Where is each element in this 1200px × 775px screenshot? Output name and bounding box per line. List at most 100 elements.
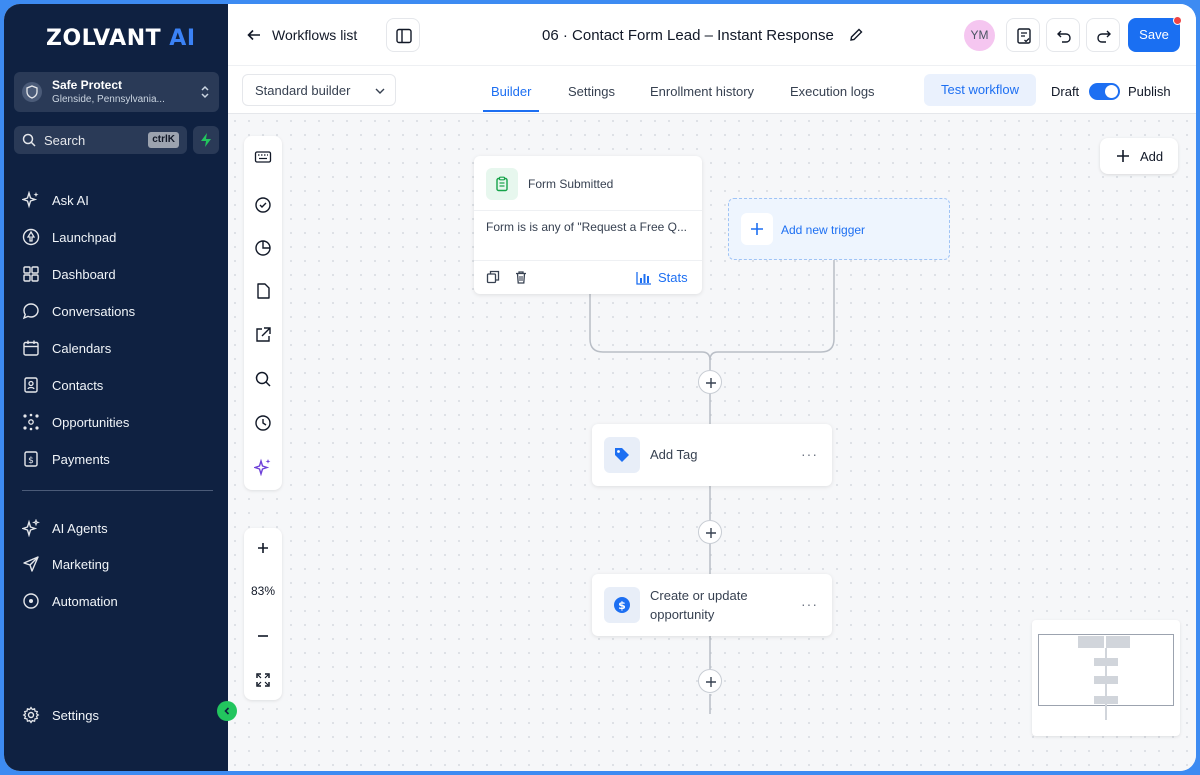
plus-icon bbox=[751, 223, 763, 235]
shield-icon bbox=[22, 82, 42, 102]
back-to-workflows-link[interactable]: Workflows list bbox=[272, 27, 357, 43]
pencil-icon[interactable] bbox=[848, 27, 864, 43]
insert-step-button[interactable] bbox=[698, 370, 722, 394]
save-button[interactable]: Save bbox=[1128, 18, 1180, 52]
check-circle-icon[interactable] bbox=[254, 196, 272, 214]
zoom-in-icon[interactable] bbox=[255, 540, 271, 556]
workflow-title: 06 · Contact Form Lead – Instant Respons… bbox=[542, 27, 834, 44]
send-icon bbox=[23, 556, 39, 572]
sidebar-item-launchpad[interactable]: Launchpad bbox=[22, 225, 116, 249]
test-workflow-button[interactable]: Test workflow bbox=[924, 74, 1036, 106]
external-link-icon[interactable] bbox=[254, 326, 272, 344]
ai-sparkle-icon[interactable] bbox=[254, 458, 272, 476]
zoom-controls: 83% bbox=[244, 528, 282, 700]
sidebar-item-automation[interactable]: Automation bbox=[22, 589, 118, 613]
location-switcher[interactable]: Safe Protect Glenside, Pennsylvania... bbox=[14, 72, 219, 112]
draft-label: Draft bbox=[1051, 84, 1080, 99]
action-card-opportunity[interactable]: $ Create or update opportunity ··· bbox=[592, 574, 832, 636]
action-icon-box bbox=[604, 437, 640, 473]
sidebar-item-dashboard[interactable]: Dashboard bbox=[22, 262, 116, 286]
pie-chart-icon[interactable] bbox=[254, 239, 272, 257]
shortcut-badge: ctrlK bbox=[148, 132, 179, 148]
tag-icon bbox=[615, 448, 629, 462]
grid-icon bbox=[23, 266, 39, 282]
copy-icon[interactable] bbox=[486, 270, 500, 284]
unsaved-indicator bbox=[1173, 16, 1182, 25]
sidebar-item-marketing[interactable]: Marketing bbox=[22, 552, 109, 576]
sparkle-outline-icon bbox=[22, 519, 40, 537]
trigger-title: Form Submitted bbox=[528, 177, 614, 191]
search-icon[interactable] bbox=[254, 370, 272, 388]
chevron-left-icon bbox=[224, 707, 230, 715]
sidebar-item-ask-ai[interactable]: Ask AI bbox=[22, 188, 89, 212]
network-icon bbox=[23, 413, 39, 431]
undo-button[interactable] bbox=[1046, 18, 1080, 52]
zoom-out-icon[interactable] bbox=[255, 628, 271, 644]
toggle-panel-button[interactable] bbox=[386, 18, 420, 52]
svg-text:$: $ bbox=[618, 599, 626, 612]
file-icon[interactable] bbox=[254, 282, 272, 300]
avatar[interactable]: YM bbox=[964, 20, 995, 51]
plus-icon bbox=[1117, 150, 1129, 162]
redo-icon bbox=[1097, 30, 1111, 43]
trash-icon[interactable] bbox=[514, 270, 528, 284]
sidebar-item-settings[interactable]: Settings bbox=[22, 703, 99, 727]
sidebar-item-ai-agents[interactable]: AI Agents bbox=[22, 516, 108, 540]
sidebar: ZOLVANT AI Safe Protect Glenside, Pennsy… bbox=[4, 4, 228, 771]
action-label: Create or update bbox=[650, 588, 748, 603]
collapse-sidebar-button[interactable] bbox=[217, 701, 237, 721]
more-options-icon[interactable]: ··· bbox=[801, 446, 818, 462]
active-tab-indicator bbox=[483, 110, 539, 112]
notes-button[interactable] bbox=[1006, 18, 1040, 52]
chat-icon bbox=[22, 303, 39, 320]
publish-toggle[interactable] bbox=[1089, 83, 1120, 100]
minimap[interactable] bbox=[1032, 620, 1180, 736]
stats-link[interactable]: Stats bbox=[658, 270, 688, 285]
sidebar-item-conversations[interactable]: Conversations bbox=[22, 299, 135, 323]
arrow-left-icon[interactable] bbox=[246, 27, 262, 43]
redo-button[interactable] bbox=[1086, 18, 1120, 52]
plus-icon bbox=[706, 677, 716, 687]
tab-settings[interactable]: Settings bbox=[568, 84, 615, 99]
fit-screen-icon[interactable] bbox=[255, 672, 271, 688]
add-node-button[interactable]: Add bbox=[1100, 138, 1178, 174]
location-name: Safe Protect bbox=[52, 78, 123, 92]
sidebar-item-contacts[interactable]: Contacts bbox=[22, 373, 103, 397]
builder-type-select[interactable]: Standard builder bbox=[242, 74, 396, 106]
sidebar-item-payments[interactable]: $ Payments bbox=[22, 447, 110, 471]
chevron-up-down-icon bbox=[201, 85, 209, 99]
add-trigger-card[interactable]: Add new trigger bbox=[728, 198, 950, 260]
chevron-down-icon bbox=[375, 88, 385, 94]
tab-enrollment-history[interactable]: Enrollment history bbox=[650, 84, 754, 99]
sidebar-divider bbox=[22, 490, 213, 491]
calendar-icon bbox=[23, 340, 39, 356]
dollar-circle-icon: $ bbox=[614, 597, 630, 613]
more-options-icon[interactable]: ··· bbox=[801, 596, 818, 612]
add-trigger-label: Add new trigger bbox=[781, 223, 866, 237]
action-icon-box: $ bbox=[604, 587, 640, 623]
history-icon[interactable] bbox=[254, 414, 272, 432]
document-check-icon bbox=[1017, 28, 1031, 44]
tab-execution-logs[interactable]: Execution logs bbox=[790, 84, 875, 99]
tab-builder[interactable]: Builder bbox=[491, 84, 531, 99]
bar-chart-icon[interactable] bbox=[636, 271, 652, 285]
sidebar-item-opportunities[interactable]: Opportunities bbox=[22, 410, 129, 434]
zoom-level: 83% bbox=[250, 584, 276, 598]
action-card-add-tag[interactable]: Add Tag ··· bbox=[592, 424, 832, 486]
sidebar-item-calendars[interactable]: Calendars bbox=[22, 336, 111, 360]
workflow-canvas[interactable]: 83% Add Form Submitted Form is is any of… bbox=[228, 114, 1196, 771]
keyboard-icon[interactable] bbox=[254, 148, 272, 166]
quick-actions-button[interactable] bbox=[193, 126, 219, 154]
target-icon bbox=[23, 593, 39, 609]
gear-icon bbox=[22, 706, 40, 724]
card-divider bbox=[474, 260, 702, 261]
search-label: Search bbox=[44, 133, 86, 148]
dollar-doc-icon: $ bbox=[24, 451, 38, 467]
brand-logo[interactable]: ZOLVANT AI bbox=[46, 26, 196, 51]
app-window: ZOLVANT AI Safe Protect Glenside, Pennsy… bbox=[4, 4, 1196, 771]
action-label: opportunity bbox=[650, 607, 715, 622]
insert-step-button[interactable] bbox=[698, 669, 722, 693]
trigger-card[interactable]: Form Submitted Form is is any of "Reques… bbox=[474, 156, 702, 294]
search-input[interactable]: Search ctrlK bbox=[14, 126, 187, 154]
insert-step-button[interactable] bbox=[698, 520, 722, 544]
